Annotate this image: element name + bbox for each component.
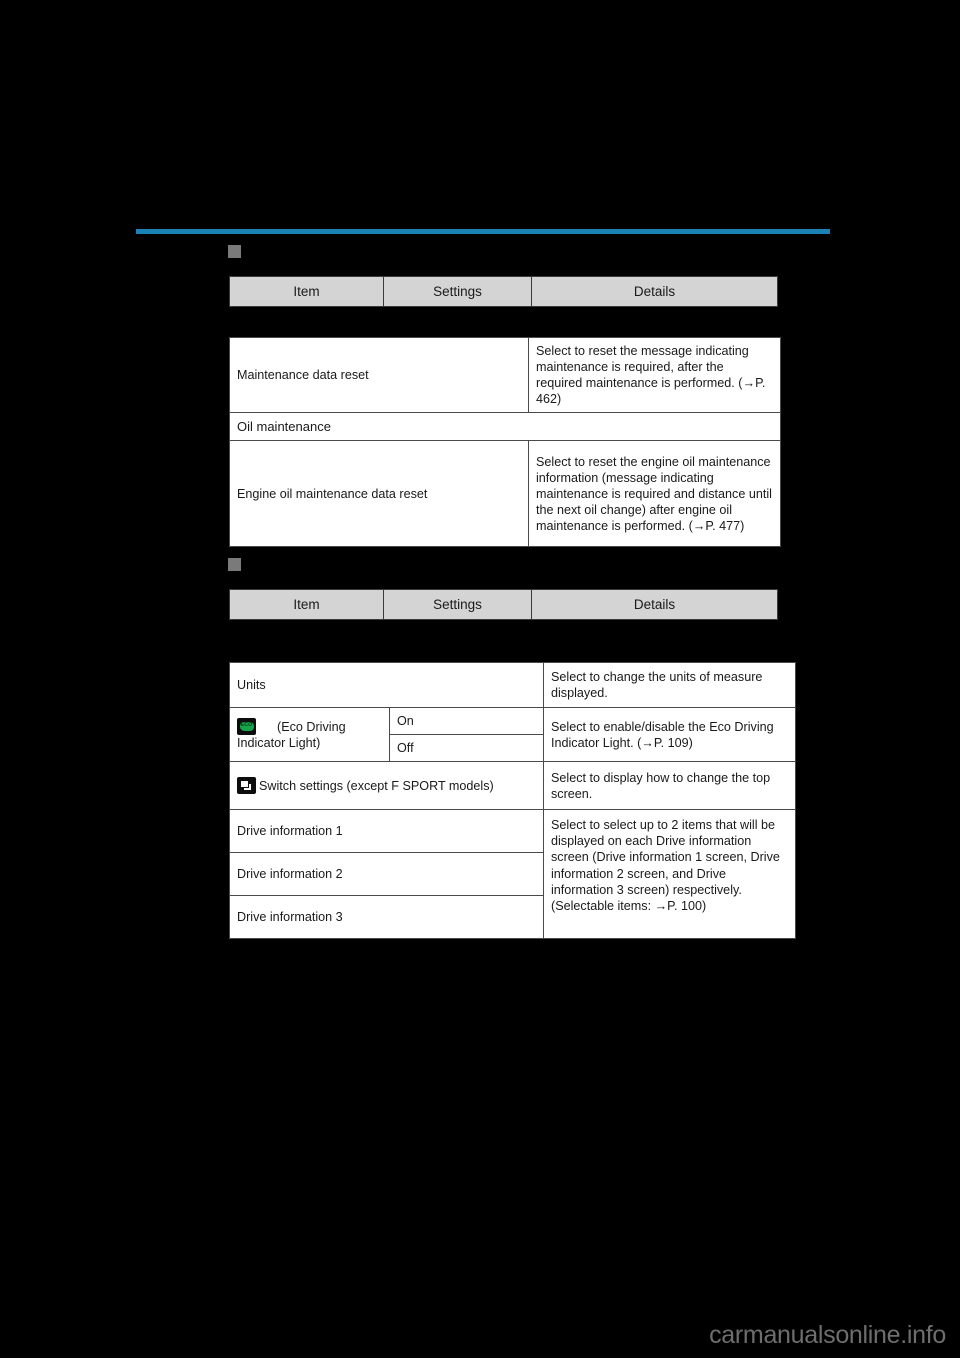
switch-settings-icon [237, 777, 256, 795]
table-1-body: Maintenance data reset Select to reset t… [229, 336, 781, 548]
table-row: Units Select to change the units of meas… [229, 662, 796, 708]
section-heading-1 [228, 245, 247, 258]
cell-item-drive-information-1: Drive information 1 [229, 809, 544, 854]
cell-details-drive-information: Select to select up to 2 items that will… [543, 809, 796, 940]
switch-settings-label: Switch settings (except F SPORT models) [259, 779, 494, 794]
cell-item-maintenance-data-reset: Maintenance data reset [229, 336, 529, 414]
column-header-item: Item [229, 275, 384, 308]
section-heading-2 [228, 558, 247, 571]
table-row: Switch settings (except F SPORT models) … [229, 761, 796, 811]
cell-details-engine-oil-maintenance-data-reset: Select to reset the engine oil maintenan… [528, 440, 781, 548]
table-1-header: Item Settings Details [229, 275, 778, 308]
table-row: Drive information 1 Select to select up … [229, 809, 796, 940]
cell-details-units: Select to change the units of measure di… [543, 662, 796, 708]
table-row: ECO (Eco Driving Indicator Light) On Sele… [229, 706, 796, 763]
cell-item-eco-driving-indicator-light: ECO (Eco Driving Indicator Light) [229, 706, 390, 763]
eco-indicator-icon: ECO [237, 718, 256, 735]
column-header-settings: Settings [383, 588, 532, 621]
column-header-settings: Settings [383, 275, 532, 308]
cell-details-eco-driving-indicator-light: Select to enable/disable the Eco Driving… [543, 706, 796, 763]
cell-details-switch-settings: Select to display how to change the top … [543, 761, 796, 811]
header-rule [136, 229, 830, 234]
cell-item-drive-information-2: Drive information 2 [229, 852, 544, 897]
cell-item-units: Units [229, 662, 544, 708]
table-row: Item Settings Details [229, 588, 778, 621]
cell-setting-eco-on[interactable]: On [389, 706, 544, 736]
cell-item-switch-settings: Switch settings (except F SPORT models) [229, 761, 544, 811]
cell-details-maintenance-data-reset: Select to reset the message indicating m… [528, 336, 781, 414]
document-page: Item Settings Details Maintenance data r… [0, 0, 960, 1358]
table-2-header: Item Settings Details [229, 588, 778, 621]
table-row: Engine oil maintenance data reset Select… [229, 440, 781, 548]
watermark: carmanualsonline.info [709, 1321, 946, 1349]
column-header-details: Details [531, 275, 778, 308]
table-2-body: Units Select to change the units of meas… [229, 662, 796, 940]
table-row: Item Settings Details [229, 275, 778, 308]
eco-icon-label: ECO [240, 722, 253, 728]
cell-setting-eco-off[interactable]: Off [389, 734, 544, 763]
table-row: Oil maintenance [229, 412, 781, 442]
column-header-item: Item [229, 588, 384, 621]
cell-subheading-oil-maintenance: Oil maintenance [229, 412, 781, 442]
table-row: Maintenance data reset Select to reset t… [229, 336, 781, 414]
cell-item-engine-oil-maintenance-data-reset: Engine oil maintenance data reset [229, 440, 529, 548]
cell-item-drive-information-3: Drive information 3 [229, 895, 544, 940]
section-bullet-icon [228, 558, 241, 571]
section-bullet-icon [228, 245, 241, 258]
column-header-details: Details [531, 588, 778, 621]
